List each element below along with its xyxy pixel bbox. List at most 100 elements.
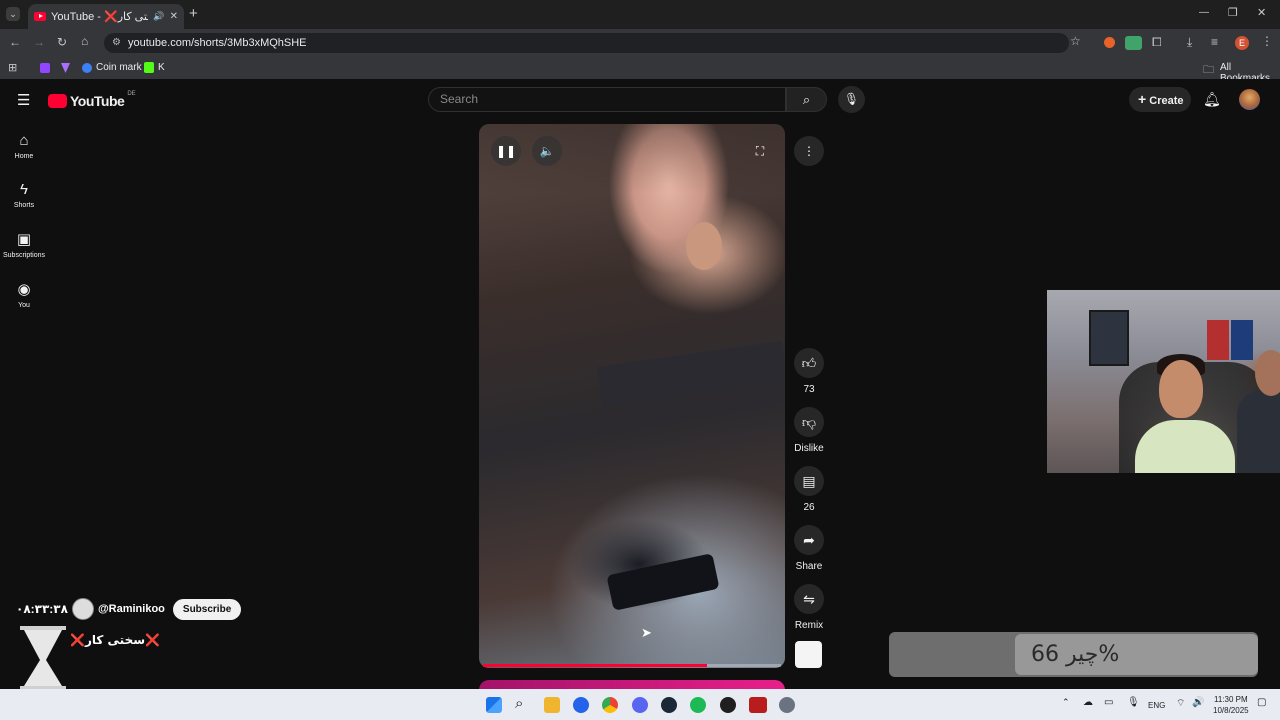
comments-button[interactable]: ▤ 26 — [792, 466, 826, 513]
language-indicator[interactable]: ENG — [1148, 701, 1165, 710]
search-button[interactable]: ⌕ — [786, 87, 827, 112]
person-face-shape — [1159, 360, 1203, 418]
apps-grid-icon[interactable]: ⊞ — [8, 61, 17, 74]
you-icon: ◉ — [17, 281, 31, 298]
download-icon[interactable]: ⤓ — [1187, 35, 1192, 50]
pause-button[interactable]: ❚❚ — [491, 136, 521, 166]
streamer-webcam-overlay — [1047, 290, 1280, 473]
display-icon[interactable]: ▭ — [1104, 697, 1113, 708]
comment-count: 26 — [803, 502, 815, 513]
purple-bookmark-icon[interactable] — [61, 63, 70, 73]
home-icon: ⌂ — [19, 132, 29, 149]
account-avatar[interactable] — [1239, 89, 1260, 110]
network-sync-icon[interactable]: ☁ — [1083, 697, 1093, 708]
channel-name[interactable]: @Raminikoo — [98, 603, 165, 615]
subscribe-button[interactable]: Subscribe — [172, 598, 242, 620]
restore-button[interactable]: ❐ — [1228, 6, 1238, 19]
steam-icon[interactable] — [661, 697, 677, 713]
video-progress-bar[interactable] — [483, 664, 781, 667]
stream-title: ❌سختی کار❌ — [70, 633, 160, 647]
dislike-label: Dislike — [794, 443, 824, 454]
fullscreen-button[interactable]: ⛶ — [745, 136, 775, 166]
speaker-icon[interactable]: 🔊 — [153, 11, 164, 22]
taskbar-search-icon[interactable]: ⌕ — [515, 695, 523, 712]
app-red-icon[interactable] — [749, 697, 767, 713]
sidebar-item-label: Home — [14, 153, 34, 160]
settings-gear-icon[interactable] — [779, 697, 795, 713]
discord-icon[interactable] — [632, 697, 648, 713]
shorts-icon: ϟ — [20, 181, 28, 198]
jersey-shape — [1231, 320, 1253, 360]
wifi-icon[interactable]: ⌔ — [1176, 697, 1185, 710]
chrome-icon[interactable] — [602, 697, 618, 713]
start-windows-icon[interactable] — [486, 697, 502, 713]
bookmark-k[interactable]: K — [158, 62, 165, 73]
kick-icon — [144, 62, 154, 73]
like-count: 73 — [803, 384, 815, 395]
minimize-button[interactable]: — — [1199, 7, 1209, 18]
bookmark-star-icon[interactable]: ☆ — [1070, 34, 1081, 48]
voice-search-button[interactable]: 🎙 — [838, 86, 865, 113]
site-settings-icon[interactable]: ⚙ — [112, 33, 121, 53]
new-tab-button[interactable]: + — [189, 5, 198, 22]
search-input[interactable]: Search — [428, 87, 786, 112]
spotify-icon[interactable] — [690, 697, 706, 713]
hamburger-menu-icon[interactable]: ☰ — [17, 91, 30, 109]
address-bar[interactable]: ⚙ youtube.com/shorts/3Mb3xMQhSHE — [104, 33, 1069, 53]
home-button-icon[interactable]: ⌂ — [81, 34, 88, 48]
sidebar-item-shorts[interactable]: ϟ Shorts — [0, 181, 48, 209]
volume-tray-icon[interactable]: 🔊 — [1192, 697, 1204, 708]
phone-shape — [606, 553, 720, 611]
forward-icon[interactable]: → — [33, 35, 45, 49]
app-v-icon[interactable] — [573, 697, 589, 713]
media-controls-icon[interactable]: ≡ — [1211, 35, 1218, 49]
sidebar-item-label: Shorts — [13, 202, 35, 209]
tab-search-button[interactable]: ⌄ — [6, 7, 20, 21]
sidebar-item-you[interactable]: ◉ You — [0, 280, 48, 309]
close-window-button[interactable]: ✕ — [1257, 6, 1266, 19]
profile-avatar[interactable]: E — [1235, 36, 1249, 50]
notifications-bell-icon[interactable]: 🔔︎ — [1203, 91, 1221, 108]
bookmark-coin-mark[interactable]: Coin mark — [96, 62, 142, 73]
create-label: Create — [1149, 95, 1184, 107]
sidebar-item-home[interactable]: ⌂ Home — [0, 132, 48, 160]
microphone-tray-icon[interactable]: 🎙 — [1127, 697, 1140, 708]
like-button[interactable]: 👍︎ 73 — [792, 348, 826, 395]
extension-orange-icon[interactable] — [1104, 37, 1115, 48]
tab-youtube[interactable]: YouTube - ❌سختی کار❌ 🔊 ✕ — [28, 4, 184, 29]
back-icon[interactable]: ← — [9, 35, 21, 49]
bookmarks-bar: ⊞ Coin mark K 🗀 All Bookmarks — [0, 57, 1280, 84]
thumbs-down-icon: 👎︎ — [794, 407, 824, 437]
kebab-icon: ⋮ — [803, 144, 815, 158]
tab-close-icon[interactable]: ✕ — [170, 11, 178, 22]
menu-kebab-icon[interactable]: ⋮ — [1261, 34, 1273, 48]
sound-thumbnail[interactable] — [795, 641, 822, 668]
clock[interactable]: 11:30 PM 10/8/2025 — [1213, 694, 1249, 716]
mouse-cursor-icon: ➤ — [641, 625, 652, 640]
volume-button[interactable]: 🔈 — [532, 136, 562, 166]
second-person-body-shape — [1237, 390, 1280, 473]
shorts-video-player[interactable] — [479, 124, 785, 668]
extension-green-icon[interactable] — [1125, 36, 1142, 50]
extensions-puzzle-icon[interactable]: ⧠ — [1152, 35, 1162, 50]
remix-button[interactable]: ⇋ Remix — [792, 584, 826, 631]
youtube-favicon-icon — [34, 12, 46, 21]
share-button[interactable]: ➦ Share — [792, 525, 826, 572]
sidebar-item-label: You — [18, 302, 30, 309]
dislike-button[interactable]: 👎︎ Dislike — [791, 407, 827, 454]
app-dark-icon[interactable] — [720, 697, 736, 713]
youtube-logo[interactable]: YouTube DE — [48, 91, 136, 109]
create-button[interactable]: + Create — [1129, 87, 1191, 112]
url-text: youtube.com/shorts/3Mb3xMQhSHE — [128, 37, 307, 49]
clock-date: 10/8/2025 — [1213, 706, 1249, 715]
person-face-shape — [686, 222, 722, 270]
second-person-face-shape — [1255, 350, 1280, 396]
channel-avatar[interactable] — [71, 598, 94, 620]
more-options-button[interactable]: ⋮ — [794, 136, 824, 166]
reload-icon[interactable]: ↻ — [57, 35, 67, 49]
twitch-icon[interactable] — [40, 63, 50, 73]
file-explorer-icon[interactable] — [544, 697, 560, 713]
sidebar-item-subscriptions[interactable]: ▣ Subscriptions — [0, 230, 48, 259]
notification-center-icon[interactable]: ▢ — [1257, 697, 1266, 708]
tray-chevron-icon[interactable]: ⌃ — [1062, 697, 1070, 708]
